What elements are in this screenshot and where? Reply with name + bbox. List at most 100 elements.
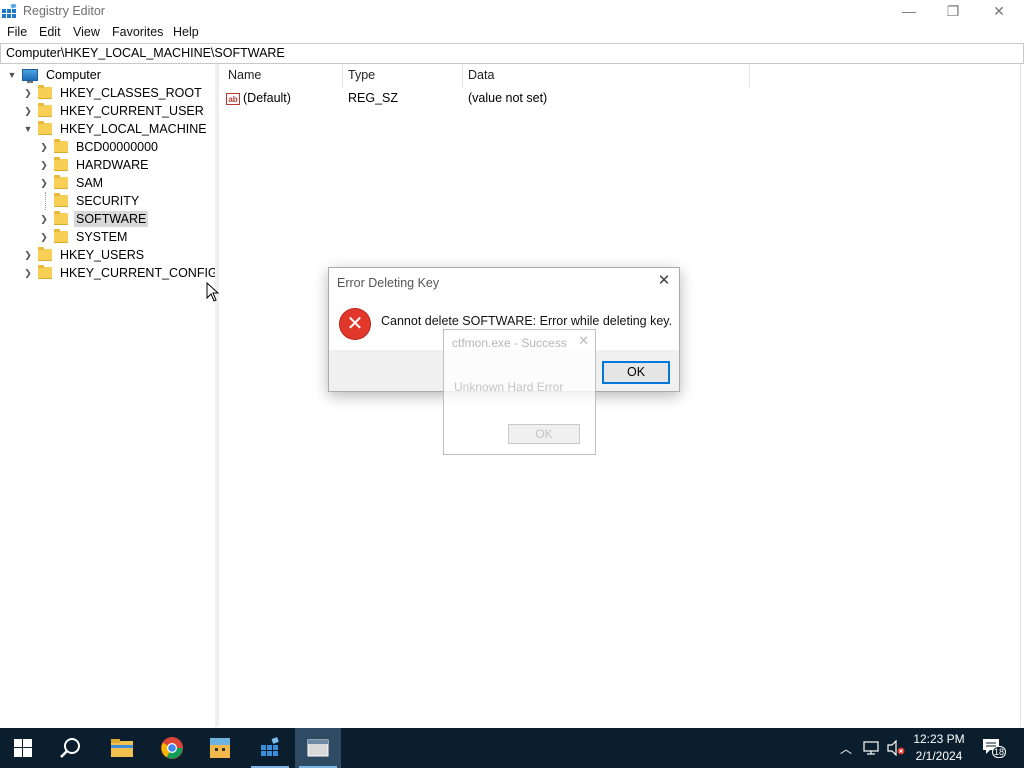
clock-date[interactable]: 2/1/2024 [908, 749, 970, 763]
folder-icon [54, 193, 68, 207]
values-list-pane[interactable]: Name Type Data ab (Default) REG_SZ (value… [220, 64, 1024, 727]
folder-icon [38, 103, 52, 117]
network-icon[interactable] [863, 741, 879, 755]
ghost-ok-button[interactable]: OK [508, 424, 580, 444]
tree-item-hkey-local-machine[interactable]: ▼ HKEY_LOCAL_MACHINE [22, 120, 209, 138]
chevron-right-icon[interactable]: ❯ [22, 264, 34, 282]
action-center-button[interactable]: 18 [982, 738, 1007, 759]
tree-item-hkey-current-user[interactable]: ❯ HKEY_CURRENT_USER [22, 102, 206, 120]
chevron-right-icon[interactable]: ❯ [38, 210, 50, 228]
block-character-app-icon [210, 738, 230, 758]
folder-icon [54, 211, 68, 225]
dialog-title: Error Deleting Key [337, 276, 440, 290]
column-divider[interactable] [342, 64, 343, 88]
chevron-right-icon[interactable]: ❯ [22, 102, 34, 120]
pane-border [1020, 64, 1021, 727]
menu-view[interactable]: View [73, 25, 100, 39]
taskbar-dialog-window[interactable] [295, 728, 341, 768]
taskbar-chrome[interactable] [149, 728, 195, 768]
tree-item-sam[interactable]: ❯ SAM [38, 174, 105, 192]
folder-icon [54, 139, 68, 153]
chrome-icon [161, 737, 183, 759]
chevron-down-icon[interactable]: ▼ [22, 120, 34, 138]
address-bar[interactable]: Computer\HKEY_LOCAL_MACHINE\SOFTWARE [0, 43, 1024, 64]
windows-logo-icon [14, 739, 32, 757]
value-type: REG_SZ [348, 91, 399, 105]
tree-item-software[interactable]: ❯ SOFTWARE [38, 210, 149, 228]
address-path[interactable]: Computer\HKEY_LOCAL_MACHINE\SOFTWARE [6, 46, 285, 60]
menu-help[interactable]: Help [173, 25, 199, 39]
tree-leaf-connector [38, 192, 50, 210]
chevron-right-icon[interactable]: ❯ [38, 228, 50, 246]
ghost-dialog-close-button[interactable]: ✕ [578, 333, 589, 349]
taskbar: ︿ 12:23 PM 2/1/2024 18 [0, 728, 1024, 768]
tree-item-hkey-classes-root[interactable]: ❯ HKEY_CLASSES_ROOT [22, 84, 204, 102]
dialog-message: Cannot delete SOFTWARE: Error while dele… [381, 314, 673, 328]
string-value-icon: ab [226, 92, 240, 105]
registry-editor-icon [261, 737, 279, 756]
tree-label: SECURITY [76, 194, 140, 208]
taskbar-app-game[interactable] [197, 728, 243, 768]
tree-item-security[interactable]: SECURITY [38, 192, 141, 210]
chevron-right-icon[interactable]: ❯ [38, 138, 50, 156]
column-divider[interactable] [462, 64, 463, 88]
search-button[interactable] [48, 728, 94, 768]
tree-label: HARDWARE [76, 158, 149, 172]
chevron-right-icon[interactable]: ❯ [22, 246, 34, 264]
tree-pane[interactable]: ▼ Computer ❯ HKEY_CLASSES_ROOT ❯ HKEY_CU… [0, 64, 218, 727]
tree-item-hkey-users[interactable]: ❯ HKEY_USERS [22, 246, 146, 264]
tree-label: SYSTEM [76, 230, 128, 244]
tree-label: BCD00000000 [76, 140, 159, 154]
folder-icon [38, 247, 52, 261]
start-button[interactable] [0, 728, 46, 768]
value-name: (Default) [243, 91, 291, 105]
restore-button[interactable]: ❐ [930, 0, 976, 22]
search-icon [60, 738, 80, 758]
ghost-dialog-title: ctfmon.exe - Success [452, 336, 567, 350]
tree-item-system[interactable]: ❯ SYSTEM [38, 228, 129, 246]
taskbar-file-explorer[interactable] [99, 728, 145, 768]
menu-edit[interactable]: Edit [39, 25, 61, 39]
chevron-right-icon[interactable]: ❯ [38, 174, 50, 192]
tree-item-hkey-current-config[interactable]: ❯ HKEY_CURRENT_CONFIG [22, 264, 220, 282]
value-data: (value not set) [468, 91, 548, 105]
ctfmon-success-dialog: ctfmon.exe - Success ✕ Unknown Hard Erro… [443, 329, 596, 455]
notification-count-badge: 18 [992, 746, 1007, 758]
tree-label: HKEY_CURRENT_CONFIG [60, 266, 218, 280]
chevron-right-icon[interactable]: ❯ [38, 156, 50, 174]
chevron-right-icon[interactable]: ❯ [22, 84, 34, 102]
table-row[interactable]: ab (Default) [226, 91, 291, 109]
pane-splitter[interactable] [215, 64, 219, 727]
chevron-down-icon[interactable]: ▼ [6, 66, 18, 84]
folder-open-icon [38, 121, 52, 135]
chevron-up-icon[interactable]: ︿ [840, 740, 852, 757]
clock-time[interactable]: 12:23 PM [908, 732, 970, 746]
tree-label: SAM [76, 176, 104, 190]
error-icon: ✕ [340, 309, 370, 339]
menu-file[interactable]: File [7, 25, 27, 39]
column-divider[interactable] [749, 64, 750, 88]
folder-icon [54, 157, 68, 171]
tree-label: HKEY_CURRENT_USER [60, 104, 204, 118]
column-header-name[interactable]: Name [228, 68, 261, 88]
tree-item-hardware[interactable]: ❯ HARDWARE [38, 156, 150, 174]
menu-bar: File Edit View Favorites Help [0, 23, 1024, 43]
volume-muted-icon[interactable] [887, 740, 905, 756]
tree-item-computer[interactable]: ▼ Computer [6, 66, 103, 84]
dialog-close-button[interactable]: ✕ [655, 272, 673, 290]
mouse-cursor-icon [206, 282, 220, 302]
minimize-button[interactable]: — [886, 0, 932, 22]
tree-item-bcd00000000[interactable]: ❯ BCD00000000 [38, 138, 160, 156]
taskbar-registry-editor[interactable] [247, 728, 293, 768]
file-explorer-icon [111, 739, 133, 757]
tree-label-selected: SOFTWARE [74, 211, 149, 227]
tree-label: HKEY_LOCAL_MACHINE [60, 122, 207, 136]
computer-icon [22, 69, 38, 83]
registry-editor-icon [2, 4, 17, 18]
column-header-data[interactable]: Data [468, 68, 494, 88]
ok-button[interactable]: OK [602, 361, 670, 384]
folder-icon [38, 85, 52, 99]
menu-favorites[interactable]: Favorites [112, 25, 163, 39]
close-window-button[interactable]: ✕ [976, 0, 1022, 22]
column-header-type[interactable]: Type [348, 68, 375, 88]
